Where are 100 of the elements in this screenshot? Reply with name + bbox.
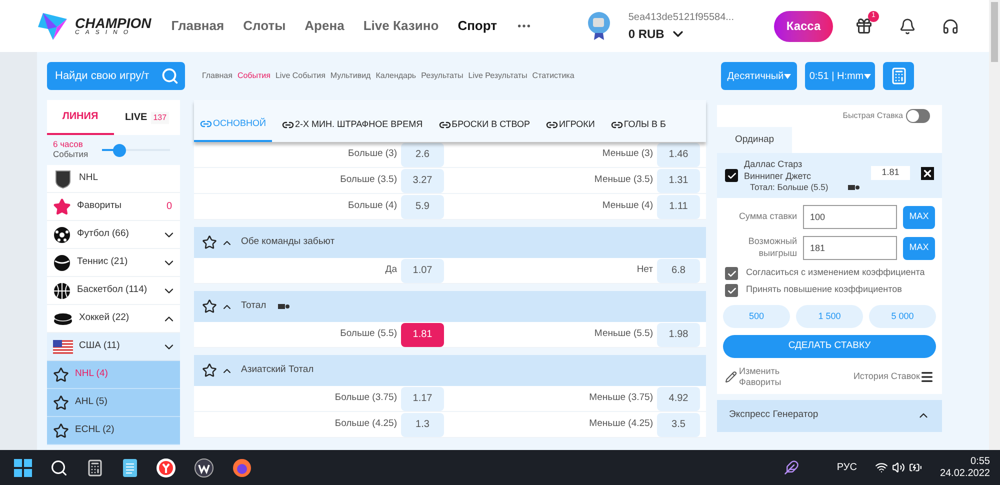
breadcrumb-link[interactable]: Календарь [376, 70, 416, 82]
quick-bet-switch[interactable] [906, 109, 930, 123]
globe-icon[interactable] [232, 458, 252, 478]
bell-icon[interactable] [899, 18, 916, 34]
star-icon[interactable] [202, 235, 217, 250]
market-header[interactable]: Обе команды забьют [194, 227, 706, 258]
notepad-icon[interactable] [122, 458, 138, 478]
nav-link[interactable]: Арена [304, 16, 344, 36]
outcome-label: Меньше (3) [602, 147, 653, 162]
clock-time[interactable]: 0:55 [970, 456, 990, 468]
bet-selection: Тотал: Больше (5.5) [750, 182, 828, 194]
nav-link[interactable]: Live Казино [363, 16, 439, 36]
amount-field[interactable]: 100 [803, 205, 897, 229]
odds-button[interactable]: 3.27 [401, 168, 444, 192]
odds-button[interactable]: 1.07 [401, 258, 444, 282]
odds-button[interactable]: 1.11 [657, 194, 700, 218]
scrollbar[interactable] [989, 0, 1000, 450]
sidebar-item[interactable]: США (11) [47, 333, 180, 361]
market-tab[interactable]: 2-Х МИН. ШТРАФНОЕ ВРЕМЯ [276, 108, 429, 142]
checkbox[interactable] [725, 169, 738, 182]
calculator-icon[interactable] [86, 458, 104, 476]
nav-link[interactable]: Спорт [458, 16, 498, 36]
odds-button[interactable]: 4.92 [657, 386, 700, 410]
breadcrumb-link[interactable]: Мультивид [330, 70, 371, 82]
breadcrumb-link[interactable]: Главная [202, 70, 232, 82]
grid-icon[interactable] [14, 458, 32, 476]
edit-icon[interactable] [725, 370, 737, 383]
outcome-label: Меньше (5.5) [594, 327, 653, 342]
option-label: Принять повышение коэффициентов [746, 284, 902, 296]
outcome-label: Нет [636, 263, 653, 278]
bet-type-tab[interactable]: Ординар [717, 127, 792, 153]
sidebar-item[interactable]: Футбол (66) [47, 221, 180, 249]
breadcrumb-link[interactable]: Live Результаты [468, 70, 528, 82]
sidebar-item[interactable]: Баскетбол (114) [47, 277, 180, 305]
cashier-button[interactable]: Касса [774, 10, 833, 42]
gift-icon[interactable] [855, 17, 873, 35]
outcome-label: Меньше (3.5) [594, 173, 653, 188]
feather-icon[interactable] [784, 460, 799, 475]
language-indicator[interactable]: РУС [836, 460, 857, 475]
outcome-label: Меньше (4.25) [589, 417, 653, 432]
market-header[interactable]: Азиатский Тотал [194, 355, 706, 386]
sidebar-item[interactable]: Теннис (21) [47, 249, 180, 277]
search-field[interactable]: Найди свою игру/т [47, 62, 185, 90]
sidebar-item[interactable]: Хоккей (22) [47, 305, 180, 333]
market-title: Азиатский Тотал [241, 363, 314, 378]
amount-field[interactable]: 181 [803, 236, 897, 260]
star-icon [53, 366, 69, 382]
nav-link[interactable]: Главная [171, 16, 224, 36]
breadcrumb-link[interactable]: Результаты [421, 70, 464, 82]
odds-button[interactable]: 1.31 [657, 168, 700, 192]
clock-date[interactable]: 24.02.2022 [940, 468, 990, 480]
ball-icon [53, 226, 71, 244]
odds-button[interactable]: 1.81 [401, 322, 444, 346]
sidebar-item[interactable]: NHL [47, 165, 180, 193]
caret-icon [784, 74, 791, 78]
odds-button[interactable]: 1.3 [401, 412, 444, 436]
search-icon[interactable] [50, 458, 68, 476]
odds-button[interactable]: 1.17 [401, 386, 444, 410]
breadcrumb-link[interactable]: Статистика [532, 70, 574, 82]
market-header[interactable]: Тотал [194, 291, 706, 322]
edit-favorites-link[interactable]: Изменить Фавориты [739, 366, 794, 388]
odds-button[interactable]: 3.5 [657, 412, 700, 436]
account-id: 5ea413de5121f95584... [628, 10, 734, 24]
battery-icon[interactable] [908, 461, 922, 474]
odds-button[interactable]: 6.8 [657, 258, 700, 282]
express-generator-header[interactable]: Экспресс Генератор [717, 400, 942, 432]
checkbox[interactable] [725, 284, 738, 297]
volume-icon[interactable] [892, 461, 905, 474]
app-icon[interactable] [194, 458, 214, 478]
headset-icon[interactable] [942, 18, 959, 34]
market-tab[interactable]: ИГРОКИ [540, 108, 601, 142]
sidebar-tab[interactable]: LIVE 137 [114, 100, 180, 135]
outcome-label: Больше (5.5) [340, 327, 397, 342]
flag-icon [53, 340, 73, 354]
bet-history-link[interactable]: История Ставок [853, 370, 920, 384]
menu-icon[interactable] [920, 370, 934, 384]
checkbox[interactable] [725, 267, 738, 280]
market-tab[interactable]: ГОЛЫ В Б [604, 108, 672, 142]
market-tab[interactable]: БРОСКИ В СТВОР [432, 108, 536, 142]
calculator-icon [890, 67, 908, 85]
odds-button[interactable]: 1.98 [657, 322, 700, 346]
team-name: Виннипег Джетс [744, 170, 812, 182]
slider-thumb[interactable] [113, 144, 126, 156]
sidebar-item[interactable]: AHL (5) [47, 389, 180, 417]
nav-link[interactable]: Слоты [243, 16, 286, 36]
breadcrumb-link[interactable]: События [237, 70, 270, 82]
balance-dropdown[interactable]: 0 RUB [628, 24, 734, 42]
odds-button[interactable]: 1.46 [657, 142, 700, 166]
odds-button[interactable]: 2.6 [401, 142, 444, 166]
browser-icon[interactable] [156, 458, 176, 478]
period-slider[interactable] [102, 143, 170, 157]
remove-button[interactable] [921, 166, 934, 180]
star-icon[interactable] [202, 363, 217, 378]
star-icon[interactable] [202, 299, 217, 314]
breadcrumb-link[interactable]: Live События [275, 70, 326, 82]
sidebar-item[interactable]: Фавориты 0 [47, 193, 180, 221]
odds-button[interactable]: 5.9 [401, 194, 444, 218]
outcome-label: Больше (3.75) [334, 391, 397, 406]
calculator-button[interactable] [883, 62, 914, 90]
sidebar-item[interactable]: ECHL (2) [47, 417, 180, 445]
